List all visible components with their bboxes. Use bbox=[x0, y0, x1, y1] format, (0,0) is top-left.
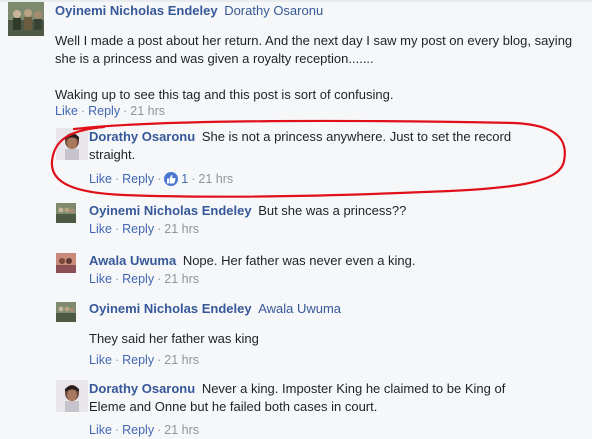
reactions[interactable]: 1 bbox=[164, 172, 188, 186]
comment-body: Oyinemi Nicholas Endeley Awala Uwuma bbox=[89, 300, 579, 318]
reply-link[interactable]: Reply bbox=[88, 104, 120, 118]
comment-actions: Like · Reply · 21 hrs bbox=[89, 422, 199, 438]
timestamp[interactable]: 21 hrs bbox=[164, 272, 199, 286]
comment-text: Nope. Her father was never even a king. bbox=[182, 253, 416, 268]
timestamp[interactable]: 21 hrs bbox=[164, 353, 199, 367]
avatar[interactable] bbox=[56, 380, 88, 412]
timestamp[interactable]: 21 hrs bbox=[164, 222, 199, 236]
comment-actions: Like · Reply · 1 · 21 hrs bbox=[89, 171, 233, 187]
like-link[interactable]: Like bbox=[89, 222, 112, 236]
comment-author[interactable]: Oyinemi Nicholas Endeley bbox=[89, 203, 252, 218]
like-link[interactable]: Like bbox=[89, 272, 112, 286]
separator: · bbox=[114, 222, 120, 236]
comment-body: Dorathy Osaronu Never a king. Imposter K… bbox=[89, 380, 509, 416]
comment-text: Well I made a post about her return. And… bbox=[55, 32, 585, 104]
like-link[interactable]: Like bbox=[89, 172, 112, 186]
comment-actions: Like · Reply · 21 hrs bbox=[89, 352, 199, 368]
comment-body: Dorathy Osaronu She is not a princess an… bbox=[89, 128, 559, 164]
like-count: 1 bbox=[181, 172, 189, 186]
avatar[interactable] bbox=[56, 302, 76, 322]
reply-link[interactable]: Reply bbox=[122, 222, 154, 236]
avatar[interactable] bbox=[56, 253, 76, 273]
comment-body: Oyinemi Nicholas Endeley But she was a p… bbox=[89, 202, 579, 220]
timestamp[interactable]: 21 hrs bbox=[164, 423, 199, 437]
separator: · bbox=[123, 104, 128, 118]
comment-author[interactable]: Dorathy Osaronu bbox=[89, 129, 195, 144]
comment-body: Awala Uwuma Nope. Her father was never e… bbox=[89, 252, 579, 270]
like-link[interactable]: Like bbox=[55, 104, 78, 118]
comment-text: But she was a princess?? bbox=[258, 203, 407, 218]
reply-link[interactable]: Reply bbox=[122, 353, 154, 367]
separator: · bbox=[114, 272, 120, 286]
separator: · bbox=[157, 172, 162, 186]
separator: · bbox=[114, 353, 120, 367]
separator: · bbox=[157, 222, 162, 236]
avatar[interactable] bbox=[56, 203, 76, 223]
separator: · bbox=[157, 272, 162, 286]
timestamp[interactable]: 21 hrs bbox=[198, 172, 233, 186]
comment-text-content: They said her father was king bbox=[89, 331, 259, 346]
separator: · bbox=[157, 353, 162, 367]
like-link[interactable]: Like bbox=[89, 423, 112, 437]
comment-author[interactable]: Oyinemi Nicholas Endeley bbox=[55, 3, 218, 18]
separator: · bbox=[80, 104, 86, 118]
comment-author[interactable]: Awala Uwuma bbox=[89, 253, 176, 268]
reply-link[interactable]: Reply bbox=[122, 272, 154, 286]
reply-link[interactable]: Reply bbox=[122, 172, 154, 186]
comment-paragraph: Waking up to see this tag and this post … bbox=[55, 87, 394, 102]
tagged-user[interactable]: Dorathy Osaronu bbox=[224, 3, 323, 18]
separator: · bbox=[157, 423, 162, 437]
reply-link[interactable]: Reply bbox=[122, 423, 154, 437]
comment-body: Oyinemi Nicholas Endeley Dorathy Osaronu bbox=[55, 2, 585, 20]
tagged-user[interactable]: Awala Uwuma bbox=[258, 301, 341, 316]
comment-actions: Like · Reply · 21 hrs bbox=[55, 103, 165, 119]
separator: · bbox=[114, 172, 120, 186]
comment-text: They said her father was king bbox=[89, 330, 579, 348]
comment-paragraph: Well I made a post about her return. And… bbox=[55, 33, 573, 66]
comment-author[interactable]: Dorathy Osaronu bbox=[89, 381, 195, 396]
separator: · bbox=[114, 423, 120, 437]
avatar[interactable] bbox=[56, 128, 88, 160]
avatar[interactable] bbox=[8, 2, 44, 36]
comment-actions: Like · Reply · 21 hrs bbox=[89, 221, 199, 237]
like-link[interactable]: Like bbox=[89, 353, 112, 367]
thumbs-up-icon bbox=[164, 172, 179, 186]
comment-actions: Like · Reply · 21 hrs bbox=[89, 271, 199, 287]
separator: · bbox=[191, 172, 196, 186]
comment-author[interactable]: Oyinemi Nicholas Endeley bbox=[89, 301, 252, 316]
timestamp[interactable]: 21 hrs bbox=[130, 104, 165, 118]
